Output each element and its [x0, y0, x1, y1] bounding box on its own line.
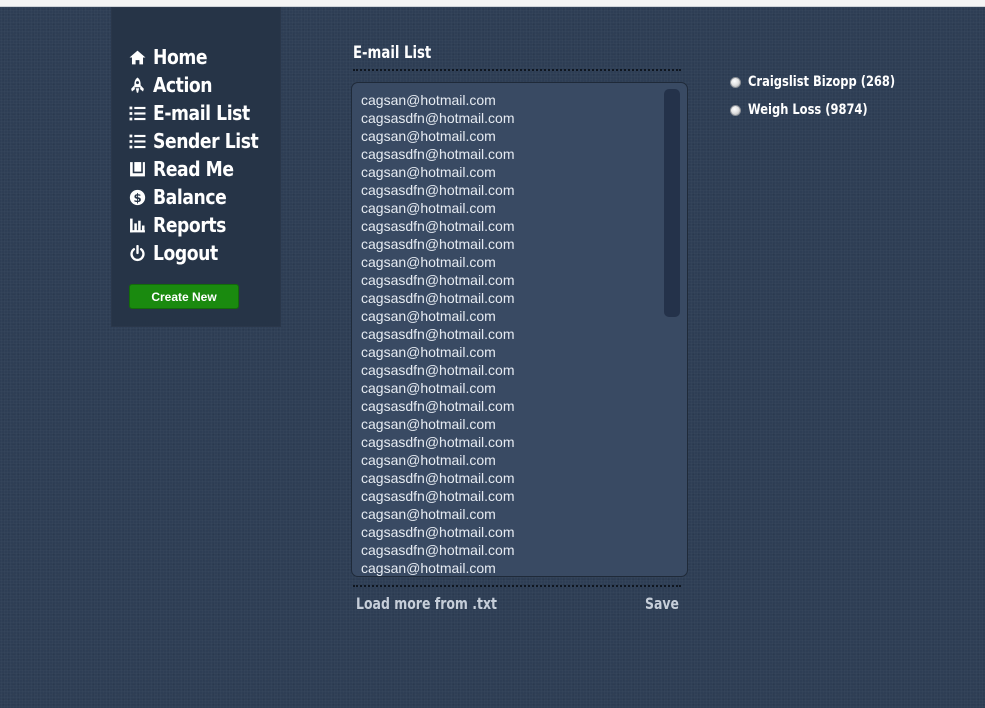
list-icon [128, 104, 146, 122]
email-row: cagsan@hotmail.com [361, 560, 496, 576]
list-icon [128, 132, 146, 150]
email-list: cagsan@hotmail.com cagsasdfn@hotmail.com… [361, 91, 515, 576]
radio-button[interactable] [730, 104, 741, 116]
email-row: cagsan@hotmail.com [361, 128, 496, 144]
main-nav: Home Action E-mail List Sender List Read… [128, 43, 275, 267]
email-row: cagsan@hotmail.com [361, 200, 496, 216]
nav-label-email-list: E-mail List [153, 101, 250, 125]
create-new-button[interactable]: Create New [129, 284, 239, 309]
nav-label-reports: Reports [153, 213, 226, 237]
nav-label-action: Action [153, 73, 213, 97]
email-row: cagsan@hotmail.com [361, 506, 496, 522]
email-row: cagsan@hotmail.com [361, 416, 496, 432]
email-row: cagsasdfn@hotmail.com [361, 524, 515, 540]
nav-label-logout: Logout [153, 241, 218, 265]
nav-label-balance: Balance [153, 185, 227, 209]
list-option-label: Weigh Loss (9874) [748, 102, 868, 118]
email-row: cagsan@hotmail.com [361, 164, 496, 180]
power-icon [128, 244, 146, 262]
email-list-scrollbar[interactable] [664, 89, 680, 569]
radio-button[interactable] [730, 76, 741, 88]
email-row: cagsan@hotmail.com [361, 92, 496, 108]
email-row: cagsan@hotmail.com [361, 308, 496, 324]
email-row: cagsasdfn@hotmail.com [361, 398, 515, 414]
email-list-textarea[interactable]: cagsan@hotmail.com cagsasdfn@hotmail.com… [351, 82, 688, 577]
svg-text:$: $ [133, 190, 141, 204]
email-row: cagsasdfn@hotmail.com [361, 488, 515, 504]
browser-top-strip [0, 0, 985, 7]
email-row: cagsasdfn@hotmail.com [361, 542, 515, 558]
nav-item-home[interactable]: Home [128, 43, 275, 71]
nav-label-home: Home [153, 45, 208, 69]
load-more-link[interactable]: Load more from .txt [356, 594, 497, 613]
list-option-weigh-loss[interactable]: Weigh Loss (9874) [730, 96, 927, 124]
nav-item-email-list[interactable]: E-mail List [128, 99, 275, 127]
email-row: cagsan@hotmail.com [361, 380, 496, 396]
list-selector: Craigslist Bizopp (268) Weigh Loss (9874… [730, 68, 927, 124]
nav-item-reports[interactable]: Reports [128, 211, 275, 239]
nav-item-logout[interactable]: Logout [128, 239, 275, 267]
list-option-craigslist[interactable]: Craigslist Bizopp (268) [730, 68, 927, 96]
email-row: cagsasdfn@hotmail.com [361, 146, 515, 162]
home-icon [128, 48, 146, 66]
email-row: cagsasdfn@hotmail.com [361, 434, 515, 450]
dollar-icon: $ [128, 188, 146, 206]
email-row: cagsasdfn@hotmail.com [361, 326, 515, 342]
email-row: cagsasdfn@hotmail.com [361, 110, 515, 126]
book-icon [128, 160, 146, 178]
email-row: cagsasdfn@hotmail.com [361, 470, 515, 486]
email-row: cagsan@hotmail.com [361, 452, 496, 468]
nav-item-sender-list[interactable]: Sender List [128, 127, 275, 155]
bar-chart-icon [128, 216, 146, 234]
nav-label-read-me: Read Me [153, 157, 234, 181]
scrollbar-thumb[interactable] [664, 89, 680, 317]
email-row: cagsan@hotmail.com [361, 254, 496, 270]
email-row: cagsasdfn@hotmail.com [361, 182, 515, 198]
footer-divider [353, 585, 681, 587]
nav-item-balance[interactable]: $ Balance [128, 183, 275, 211]
nav-item-read-me[interactable]: Read Me [128, 155, 275, 183]
rocket-icon [128, 76, 146, 94]
nav-label-sender-list: Sender List [153, 129, 259, 153]
email-row: cagsasdfn@hotmail.com [361, 236, 515, 252]
save-link[interactable]: Save [645, 594, 679, 613]
email-row: cagsasdfn@hotmail.com [361, 218, 515, 234]
nav-item-action[interactable]: Action [128, 71, 275, 99]
email-row: cagsasdfn@hotmail.com [361, 362, 515, 378]
page-title: E-mail List [353, 43, 432, 63]
email-row: cagsan@hotmail.com [361, 344, 496, 360]
sidebar: Home Action E-mail List Sender List Read… [111, 7, 281, 327]
email-row: cagsasdfn@hotmail.com [361, 290, 515, 306]
title-divider [353, 69, 681, 71]
email-row: cagsasdfn@hotmail.com [361, 272, 515, 288]
list-option-label: Craigslist Bizopp (268) [748, 74, 896, 90]
